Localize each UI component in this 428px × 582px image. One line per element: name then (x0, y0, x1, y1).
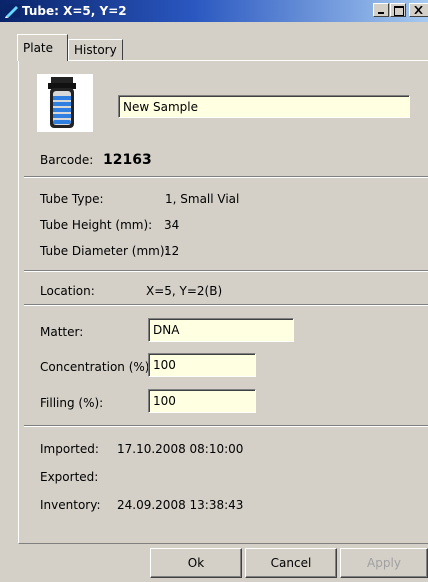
filling-label: Filling (%): (40, 396, 104, 410)
separator (24, 304, 428, 306)
title-bar[interactable]: Tube: X=5, Y=2 (0, 0, 428, 22)
tube-icon (37, 74, 93, 132)
apply-button-label: Apply (367, 556, 401, 570)
minimize-icon (378, 12, 384, 14)
ok-button[interactable]: Ok (150, 548, 242, 578)
maximize-icon (394, 6, 404, 16)
pencil-icon (4, 4, 20, 18)
apply-button[interactable]: Apply (340, 548, 428, 578)
window-title: Tube: X=5, Y=2 (22, 4, 127, 18)
separator (24, 270, 428, 272)
location-label: Location: (40, 284, 95, 298)
tab-plate-label: Plate (23, 41, 54, 55)
close-button[interactable] (409, 3, 428, 17)
cancel-button-label: Cancel (270, 556, 312, 570)
matter-input[interactable] (148, 318, 294, 342)
barcode-label: Barcode: (40, 153, 94, 167)
tube-dialog: Tube: X=5, Y=2 Plate History New Sample … (0, 0, 428, 582)
tab-history-label: History (74, 43, 117, 57)
tube-height-value: 34 (164, 218, 180, 232)
sample-name-input[interactable] (118, 95, 410, 118)
separator (24, 176, 428, 178)
ok-button-label: Ok (187, 556, 205, 570)
tube-type-value: 1, Small Vial (165, 192, 240, 206)
inventory-label: Inventory: (40, 498, 101, 512)
tube-diameter-value: 12 (164, 244, 180, 258)
matter-label: Matter: (40, 325, 84, 339)
imported-label: Imported: (40, 442, 99, 456)
cancel-button[interactable]: Cancel (245, 548, 337, 578)
exported-label: Exported: (40, 470, 99, 484)
tube-type-label: Tube Type: (40, 192, 104, 206)
minimize-button[interactable] (373, 3, 389, 17)
tab-history[interactable]: History (68, 39, 123, 60)
tube-height-label: Tube Height (mm): (40, 218, 153, 232)
maximize-button[interactable] (390, 3, 406, 17)
location-value: X=5, Y=2(B) (146, 284, 223, 298)
filling-input[interactable] (148, 389, 256, 413)
inventory-value: 24.09.2008 13:38:43 (117, 498, 244, 512)
tab-plate[interactable]: Plate (17, 34, 68, 61)
close-icon (414, 6, 423, 14)
concentration-input[interactable] (148, 353, 256, 377)
tube-diameter-label: Tube Diameter (mm): (40, 244, 169, 258)
concentration-label: Concentration (%): (40, 360, 154, 374)
separator (24, 425, 428, 427)
barcode-value: 12163 (103, 152, 152, 168)
imported-value: 17.10.2008 08:10:00 (117, 442, 244, 456)
